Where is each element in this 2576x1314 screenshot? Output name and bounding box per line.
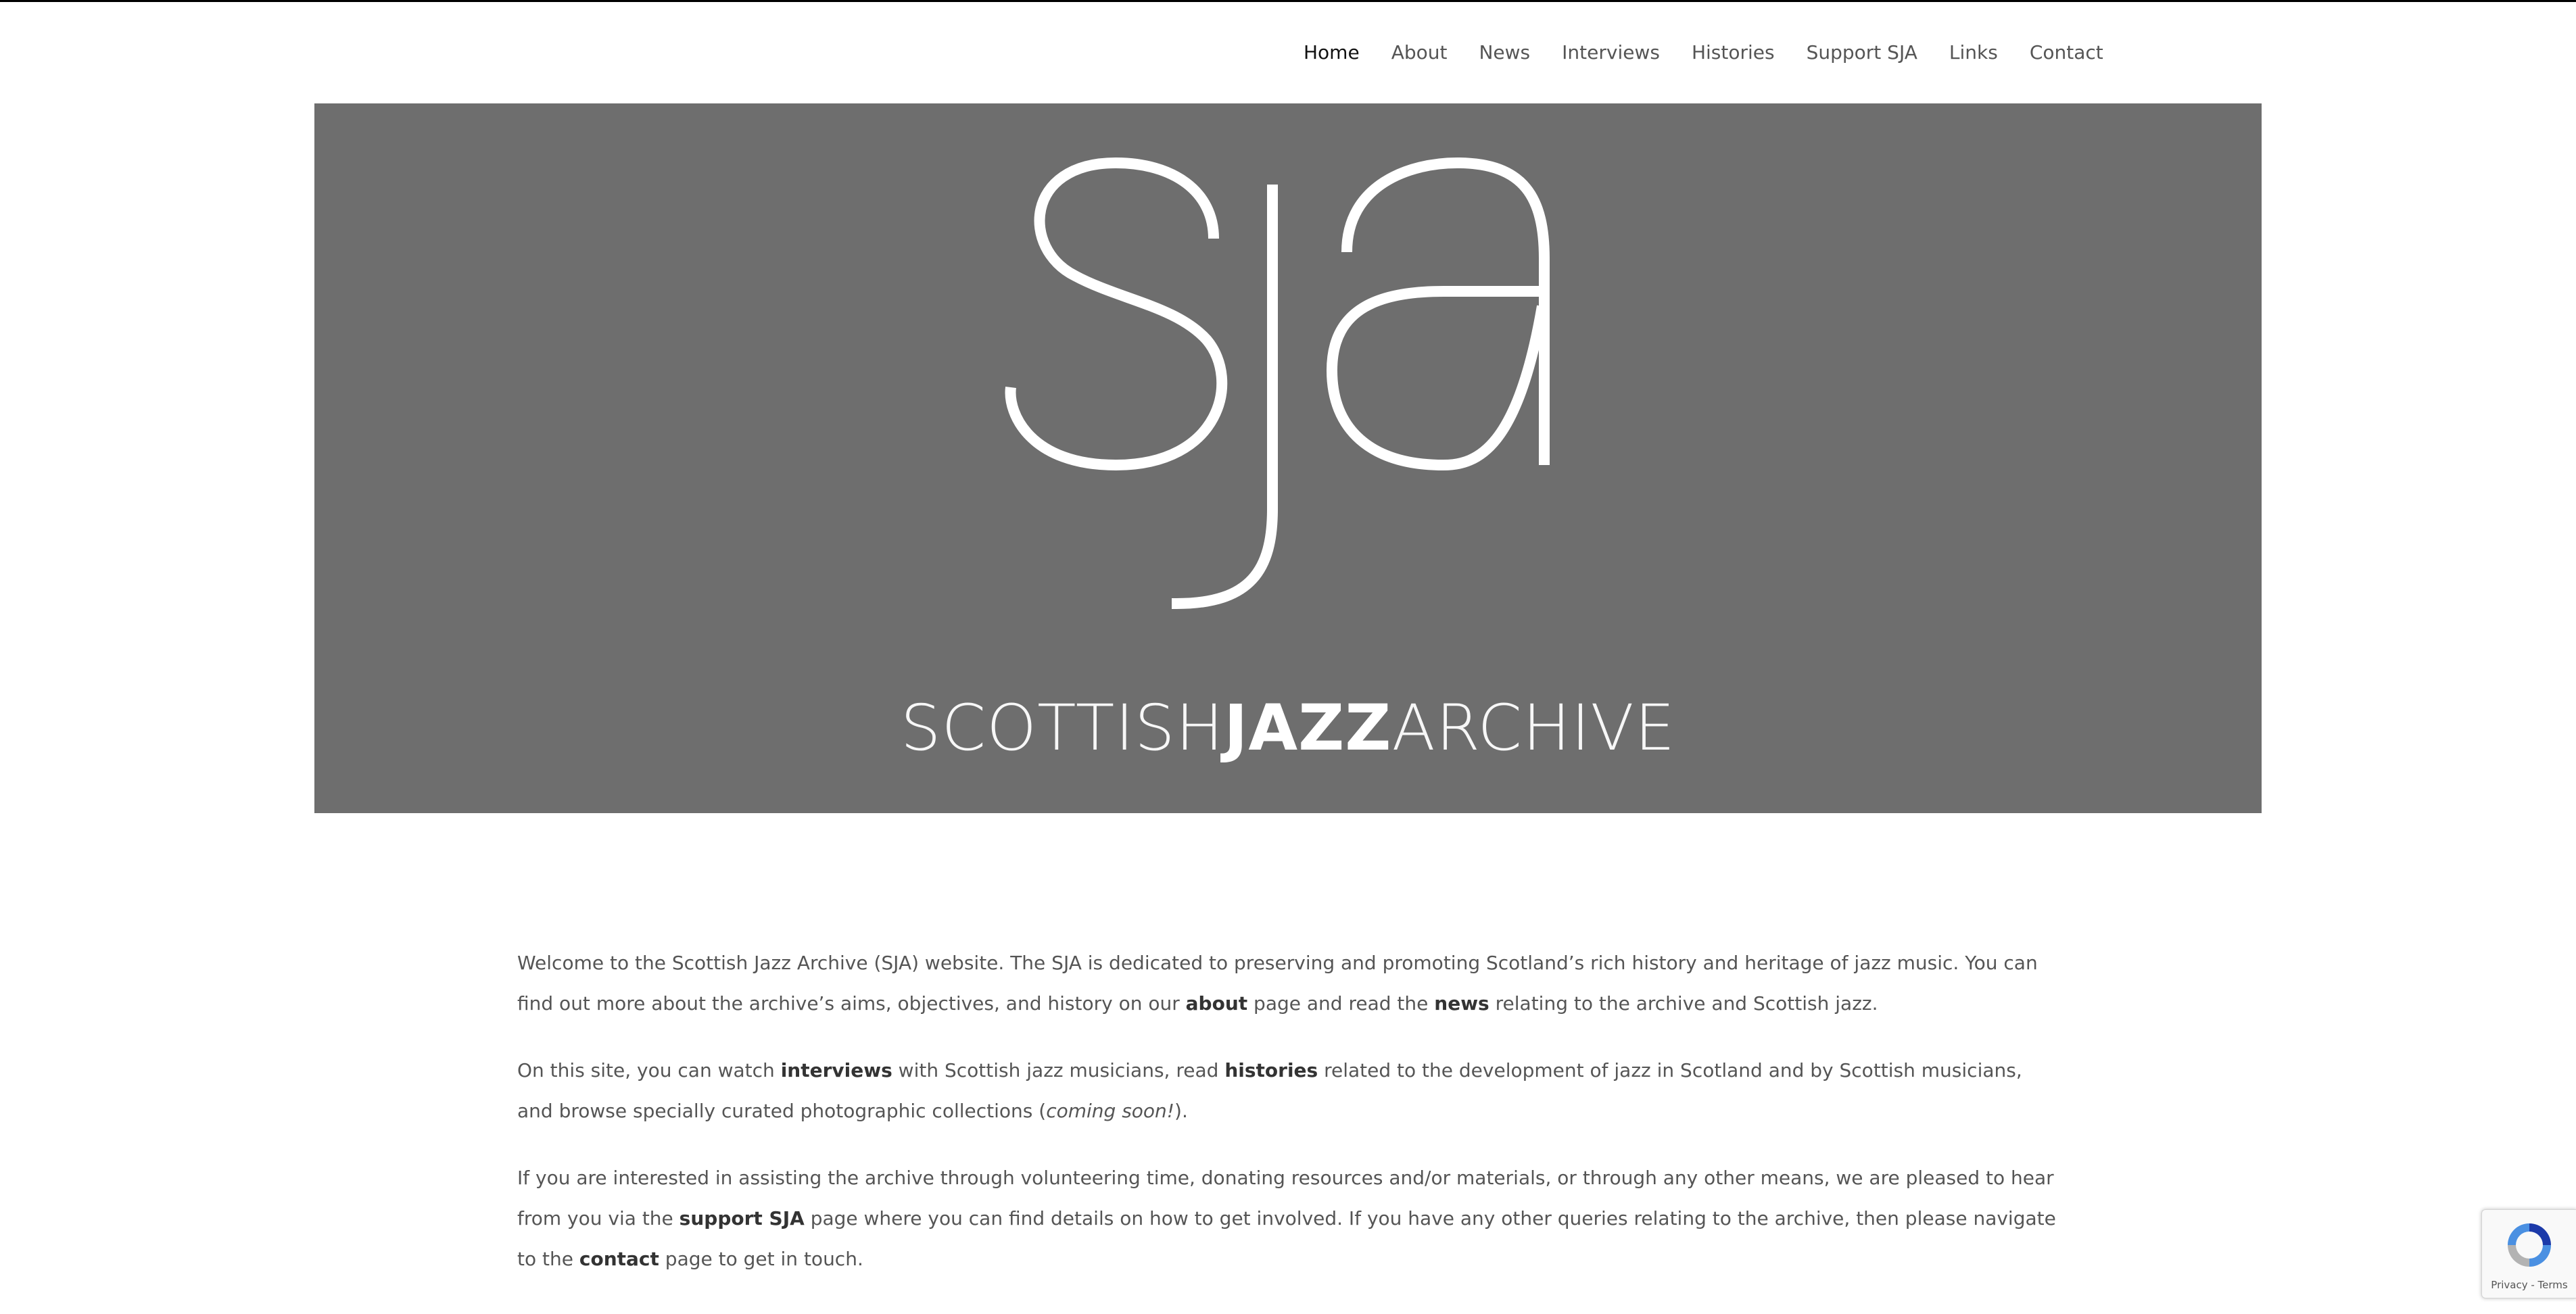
- text: page and read the: [1247, 992, 1435, 1015]
- coming-soon-text: coming soon!: [1046, 1100, 1175, 1122]
- nav-links[interactable]: Links: [1949, 39, 1998, 66]
- text: relating to the archive and Scottish jaz…: [1489, 992, 1878, 1015]
- intro-content: Welcome to the Scottish Jazz Archive (SJ…: [517, 943, 2059, 1306]
- nav-contact[interactable]: Contact: [2030, 39, 2103, 66]
- banner-wordmark: SCOTTISHJAZZARCHIVE: [314, 688, 2262, 769]
- about-link[interactable]: about: [1186, 992, 1248, 1015]
- intro-paragraph-1: Welcome to the Scottish Jazz Archive (SJ…: [517, 943, 2059, 1024]
- contact-link[interactable]: contact: [579, 1248, 659, 1270]
- recaptcha-icon: [2508, 1223, 2551, 1267]
- recaptcha-badge[interactable]: Privacy - Terms: [2481, 1209, 2576, 1298]
- logo-letter-s: [1005, 157, 1228, 471]
- text: ).: [1174, 1100, 1188, 1122]
- window-top-border: [0, 0, 2576, 2]
- logo-letter-a-bowl: [1326, 286, 1548, 471]
- nav-home[interactable]: Home: [1304, 39, 1360, 66]
- text: with Scottish jazz musicians, read: [892, 1059, 1225, 1081]
- news-link[interactable]: news: [1434, 992, 1489, 1015]
- text: page to get in touch.: [659, 1248, 863, 1270]
- nav-support-sja[interactable]: Support SJA: [1807, 39, 1917, 66]
- nav-news[interactable]: News: [1479, 39, 1530, 66]
- histories-link[interactable]: histories: [1224, 1059, 1318, 1081]
- interviews-link[interactable]: interviews: [781, 1059, 892, 1081]
- nav-interviews[interactable]: Interviews: [1562, 39, 1660, 66]
- intro-paragraph-2: On this site, you can watch interviews w…: [517, 1050, 2059, 1132]
- support-sja-link[interactable]: support SJA: [679, 1207, 805, 1230]
- wordmark-scottish: SCOTTISH: [900, 691, 1224, 765]
- recaptcha-terms[interactable]: Privacy - Terms: [2482, 1279, 2576, 1291]
- text: On this site, you can watch: [517, 1059, 781, 1081]
- wordmark-jazz: JAZZ: [1224, 691, 1392, 765]
- intro-paragraph-3: If you are interested in assisting the a…: [517, 1158, 2059, 1280]
- wordmark-archive: ARCHIVE: [1391, 691, 1676, 765]
- nav-about[interactable]: About: [1391, 39, 1448, 66]
- nav-histories[interactable]: Histories: [1692, 39, 1775, 66]
- main-nav: Home About News Interviews Histories Sup…: [1304, 39, 2103, 66]
- hero-banner: SCOTTISHJAZZARCHIVE: [314, 103, 2262, 813]
